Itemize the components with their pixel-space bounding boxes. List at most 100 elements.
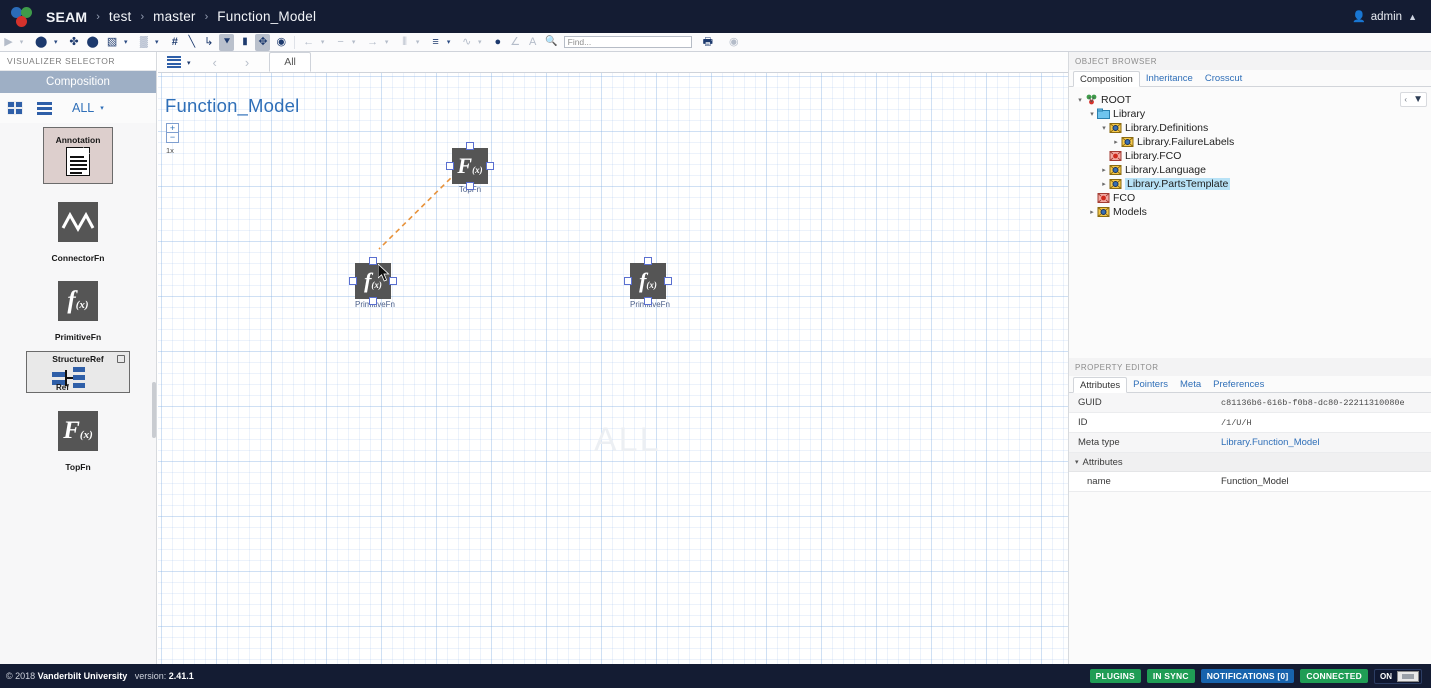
palette-filter-label[interactable]: ALL: [72, 101, 94, 115]
run-icon[interactable]: ▶: [2, 34, 15, 51]
status-badge[interactable]: PLUGINS: [1089, 669, 1141, 683]
port-right[interactable]: [664, 277, 672, 285]
fill-icon[interactable]: ●: [491, 34, 504, 51]
status-badge[interactable]: CONNECTED: [1300, 669, 1368, 683]
grid-view-icon[interactable]: [7, 101, 23, 115]
palette-item-primitivefn[interactable]: f(x) PrimitiveFn: [0, 272, 156, 342]
node-topfn[interactable]: F(x) TopFn: [446, 142, 494, 194]
twisty-expanded-icon[interactable]: ▾: [1099, 124, 1109, 132]
line-icon[interactable]: ╲: [185, 34, 198, 51]
breadcrumb-model[interactable]: Function_Model: [217, 9, 316, 24]
breadcrumb-seam[interactable]: SEAM: [46, 9, 87, 25]
node-primitivefn-2[interactable]: f(x) PrimitiveFn: [624, 257, 672, 309]
keyboard-toggle[interactable]: ON: [1374, 668, 1422, 684]
circle-icon[interactable]: ⬤: [85, 34, 101, 51]
port-left[interactable]: [349, 277, 357, 285]
port-bottom[interactable]: [644, 297, 652, 305]
palette-item-topfn-box[interactable]: F(x): [43, 402, 113, 459]
print-icon[interactable]: 🖶: [701, 34, 715, 51]
attribute-value-field[interactable]: Function_Model: [1221, 476, 1289, 487]
check-circle-icon[interactable]: ⬤: [33, 34, 49, 51]
canvas-menu-icon[interactable]: [167, 56, 181, 68]
port-top[interactable]: [644, 257, 652, 265]
panel-split-icon[interactable]: ▧: [105, 34, 119, 51]
port-bottom[interactable]: [466, 182, 474, 190]
breadcrumb-project[interactable]: test: [109, 9, 132, 24]
port-top[interactable]: [466, 142, 474, 150]
chevron-down-icon[interactable]: ▾: [187, 59, 191, 67]
tree-node[interactable]: ▾ Library: [1075, 107, 1431, 121]
curve-caret[interactable]: ▾: [473, 34, 486, 51]
search-icon[interactable]: 🔍: [543, 34, 559, 51]
back-caret[interactable]: ▾: [316, 34, 329, 51]
forward-caret[interactable]: ▾: [380, 34, 393, 51]
model-canvas[interactable]: Function_Model + − 1x ALL F(x) f(x) f(x): [158, 73, 1068, 664]
twisty-collapsed-icon[interactable]: ▸: [1087, 208, 1097, 216]
tree-node[interactable]: ▸ Library.Language: [1075, 163, 1431, 177]
tree-node[interactable]: FCO: [1075, 191, 1431, 205]
hash-icon[interactable]: #: [168, 34, 181, 51]
port-top[interactable]: [369, 257, 377, 265]
align-icon[interactable]: ⫴: [398, 34, 411, 51]
grid-icon[interactable]: ▒: [137, 34, 150, 51]
forward-arrow-icon[interactable]: →: [365, 34, 380, 51]
lock-icon[interactable]: ▮: [238, 34, 251, 51]
tab-pointers[interactable]: Pointers: [1127, 376, 1174, 392]
attributes-section-header[interactable]: ▾ Attributes: [1069, 453, 1431, 472]
help-icon[interactable]: ◉: [727, 34, 741, 51]
palette-item-structureref[interactable]: StructureRef Ref: [0, 351, 156, 393]
chevron-down-icon[interactable]: ▾: [100, 104, 104, 112]
palette-item-topfn[interactable]: F(x) TopFn: [0, 402, 156, 472]
tab-all[interactable]: All: [269, 52, 311, 72]
filter-icon[interactable]: ▼: [1410, 94, 1426, 105]
align-caret[interactable]: ▾: [411, 34, 424, 51]
port-bottom[interactable]: [369, 297, 377, 305]
port-left[interactable]: [446, 162, 454, 170]
find-input[interactable]: [563, 36, 692, 48]
elbow-line-icon[interactable]: ↳: [202, 34, 215, 51]
font-icon[interactable]: A: [526, 34, 539, 51]
breadcrumb-branch[interactable]: master: [153, 9, 195, 24]
status-badge[interactable]: NOTIFICATIONS [0]: [1200, 669, 1295, 683]
back-arrow-icon[interactable]: ←: [301, 34, 316, 51]
collapse-icon[interactable]: ‹: [1401, 95, 1410, 104]
angle-icon[interactable]: ∠: [508, 34, 522, 51]
lines-icon[interactable]: ≡: [429, 34, 442, 51]
twisty-collapsed-icon[interactable]: ▸: [1099, 166, 1109, 174]
palette-item-annotation-box[interactable]: Annotation: [43, 127, 113, 184]
zoom-out-button[interactable]: −: [166, 133, 179, 143]
tree-node[interactable]: ▸ Models: [1075, 205, 1431, 219]
minus-icon[interactable]: −: [334, 34, 347, 51]
tree-node[interactable]: Library.FCO: [1075, 149, 1431, 163]
tree-node[interactable]: ▸ Library.PartsTemplate: [1075, 177, 1431, 191]
curve-icon[interactable]: ∿: [460, 34, 473, 51]
user-menu[interactable]: 👤 admin ▲: [1352, 10, 1417, 24]
twisty-collapsed-icon[interactable]: ▸: [1099, 180, 1109, 188]
lines-caret[interactable]: ▾: [442, 34, 455, 51]
tree-node[interactable]: ▾ ROOT: [1075, 93, 1431, 107]
tab-meta[interactable]: Meta: [1174, 376, 1207, 392]
twisty-expanded-icon[interactable]: ▾: [1075, 96, 1085, 104]
tab-composition[interactable]: Composition: [0, 71, 156, 93]
twisty-expanded-icon[interactable]: ▾: [1087, 110, 1097, 118]
check-dropdown-caret[interactable]: ▾: [49, 34, 62, 51]
tab-composition[interactable]: Composition: [1073, 71, 1140, 87]
eye-icon[interactable]: ◉: [274, 34, 288, 51]
fit-icon[interactable]: ✥: [255, 33, 271, 51]
tree-node[interactable]: ▸ Library.FailureLabels: [1075, 135, 1431, 149]
palette-item-connectorfn-box[interactable]: [43, 193, 113, 250]
canvas-next-icon[interactable]: ›: [245, 55, 249, 70]
layer-icon[interactable]: ⯆: [219, 33, 235, 51]
palette-item-structureref-box[interactable]: StructureRef Ref: [26, 351, 130, 393]
tab-preferences[interactable]: Preferences: [1207, 376, 1270, 392]
minus-caret[interactable]: ▾: [347, 34, 360, 51]
twisty-collapsed-icon[interactable]: ▸: [1111, 138, 1121, 146]
tab-crosscut[interactable]: Crosscut: [1199, 70, 1248, 86]
tree-node[interactable]: ▾ Library.Definitions: [1075, 121, 1431, 135]
run-dropdown-caret[interactable]: ▾: [15, 34, 28, 51]
move-icon[interactable]: ✤: [67, 34, 80, 51]
list-view-icon[interactable]: [37, 101, 52, 115]
tab-inheritance[interactable]: Inheritance: [1140, 70, 1199, 86]
palette-item-connectorfn[interactable]: ConnectorFn: [0, 193, 156, 263]
palette-item-primitivefn-box[interactable]: f(x): [43, 272, 113, 329]
